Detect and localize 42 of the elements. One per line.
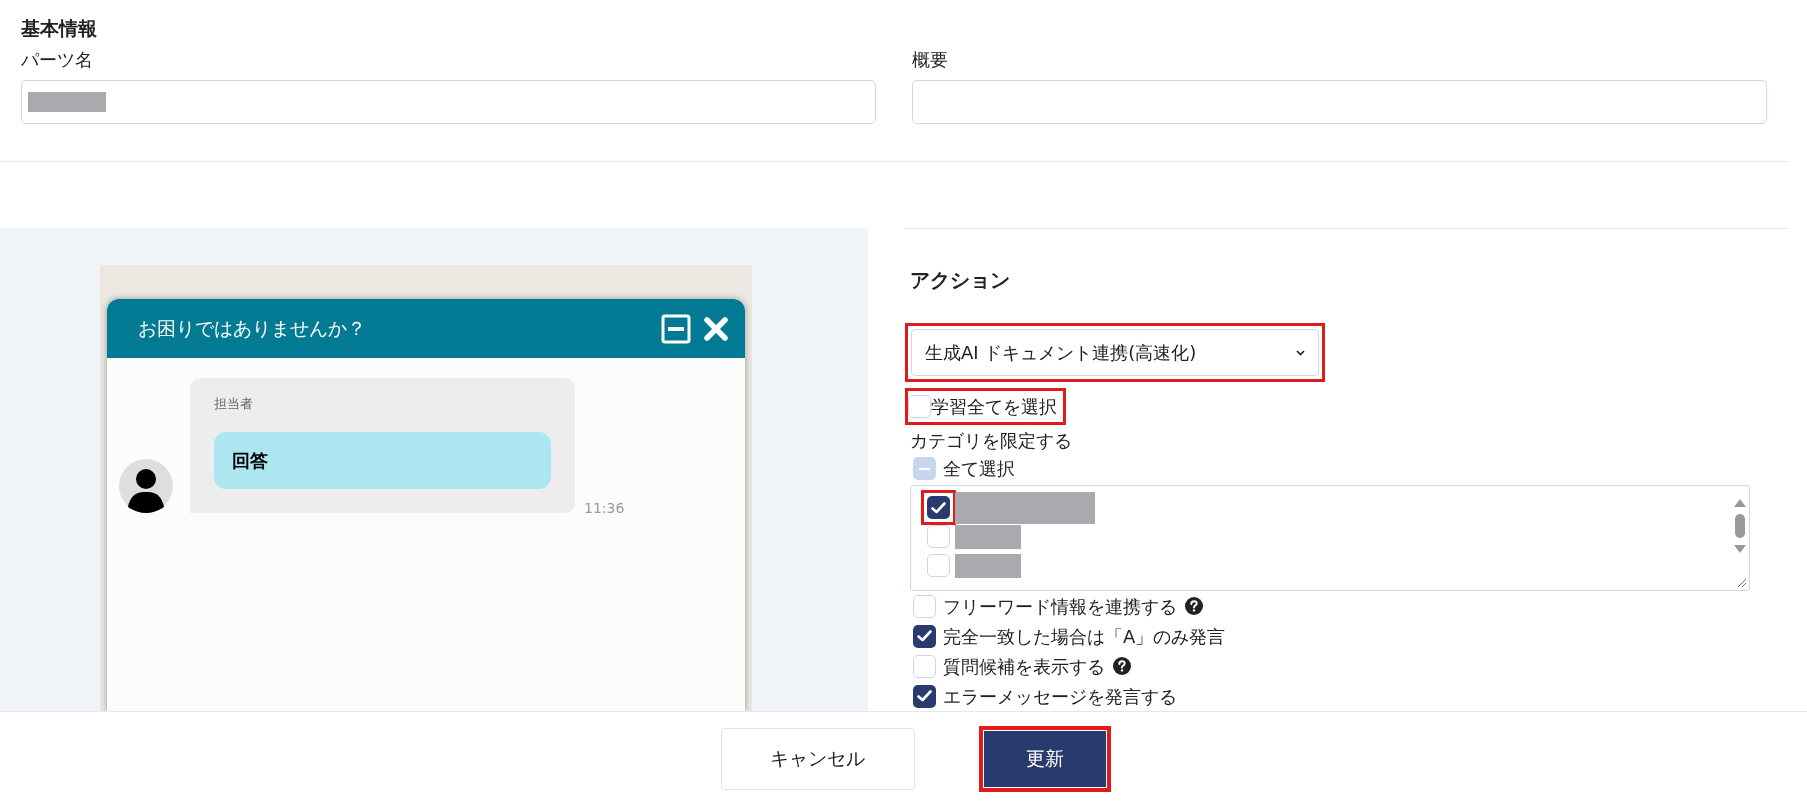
checkbox-label: エラーメッセージを発言する <box>943 684 1177 709</box>
checkbox-label: 完全一致した場合は「A」のみ発言 <box>943 624 1226 649</box>
checkbox-label: 学習全てを選択 <box>931 395 1057 419</box>
checkbox[interactable] <box>913 624 936 648</box>
checkmark-icon <box>917 690 932 702</box>
checkbox[interactable] <box>927 525 950 548</box>
checkmark-icon <box>931 501 946 514</box>
chat-title: お困りではありませんか？ <box>138 316 367 342</box>
scroll-down-icon[interactable] <box>1733 544 1747 554</box>
sender-name: 担当者 <box>214 395 254 413</box>
section-title: 基本情報 <box>21 16 98 41</box>
checkmark-icon <box>917 630 932 642</box>
section-title: アクション <box>909 267 1010 294</box>
update-button[interactable]: 更新 <box>983 730 1106 787</box>
scroll-up-icon[interactable] <box>1733 498 1747 508</box>
chevron-down-icon <box>1296 349 1305 356</box>
help-icon[interactable] <box>1113 657 1131 675</box>
field-label: パーツ名 <box>21 48 93 72</box>
checkbox[interactable] <box>913 684 936 708</box>
input-field[interactable] <box>912 80 1767 124</box>
help-icon[interactable] <box>1185 597 1203 615</box>
scroll-thumb[interactable] <box>1735 514 1745 538</box>
checkbox[interactable] <box>908 395 931 418</box>
checkbox[interactable] <box>927 554 950 577</box>
action-select[interactable]: 生成AI ドキュメント連携(高速化) <box>911 329 1319 376</box>
minimize-icon[interactable] <box>661 313 691 344</box>
field-label: 概要 <box>912 48 948 72</box>
dash-icon <box>919 467 930 470</box>
checkbox-label: 全て選択 <box>943 457 1015 481</box>
avatar-icon <box>119 459 173 513</box>
cancel-button[interactable]: キャンセル <box>720 727 915 790</box>
checkbox-label: フリーワード情報を連携する <box>943 594 1177 619</box>
category-label: カテゴリを限定する <box>909 429 1072 453</box>
answer-bubble: 回答 <box>214 432 551 489</box>
checkbox[interactable] <box>913 654 936 678</box>
checkbox[interactable] <box>913 457 936 480</box>
message-time: 11:36 <box>584 499 625 518</box>
checkbox[interactable] <box>927 496 950 519</box>
input-field[interactable] <box>21 80 876 124</box>
checkbox-label: 質問候補を表示する <box>943 654 1105 679</box>
checkbox[interactable] <box>913 594 936 618</box>
close-icon[interactable] <box>703 315 729 342</box>
